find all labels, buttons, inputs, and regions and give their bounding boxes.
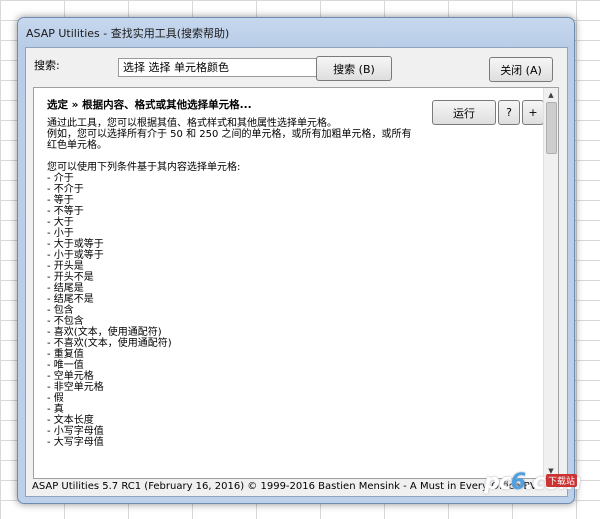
list-intro: 您可以使用下列条件基于其内容选择单元格: (47, 162, 241, 173)
criteria-list-item: - 文本长度 (47, 415, 94, 426)
result-content: 选定 » 根据内容、格式或其他选择单元格... 通过此工具，您可以根据其值、格式… (47, 99, 417, 449)
search-input[interactable] (118, 58, 320, 77)
close-button[interactable]: 关闭 (A) (489, 57, 553, 82)
criteria-list-item: - 不包含 (47, 316, 84, 327)
criteria-list-item: - 不介于 (47, 184, 84, 195)
criteria-list-item: - 重复值 (47, 349, 84, 360)
criteria-list-item: - 真 (47, 404, 64, 415)
search-button[interactable]: 搜索 (B) (316, 56, 392, 81)
watermark-sub: 下载站 (546, 474, 578, 487)
window-title: ASAP Utilities - 查找实用工具(搜索帮助) (26, 27, 230, 40)
asap-dialog-window: ASAP Utilities - 查找实用工具(搜索帮助) 搜索: 搜索 (B)… (17, 17, 575, 504)
criteria-list-item: - 喜欢(文本，使用通配符) (47, 327, 162, 338)
criteria-list-item: - 小写字母值 (47, 426, 104, 437)
vertical-scrollbar[interactable]: ▲ ▼ (543, 88, 558, 478)
criteria-list-item: - 大于 (47, 217, 74, 228)
criteria-list-item: - 结尾不是 (47, 294, 94, 305)
criteria-list-item: - 结尾是 (47, 283, 84, 294)
criteria-list-item: - 假 (47, 393, 64, 404)
footer-version-text: ASAP Utilities 5.7 RC1 (February 16, 201… (32, 481, 537, 492)
criteria-list-item: - 大写字母值 (47, 437, 104, 448)
help-button[interactable]: ? (498, 100, 520, 125)
run-button[interactable]: 运行 (432, 100, 496, 125)
result-heading: 选定 » 根据内容、格式或其他选择单元格... (47, 99, 252, 111)
criteria-list-item: - 介于 (47, 173, 74, 184)
criteria-list-item: - 非空单元格 (47, 382, 104, 393)
criteria-list-item: - 包含 (47, 305, 74, 316)
result-description: 通过此工具，您可以根据其值、格式样式和其他属性选择单元格。 例如，您可以选择所有介… (47, 118, 412, 151)
expand-button[interactable]: + (522, 100, 544, 125)
criteria-list-item: - 大于或等于 (47, 239, 104, 250)
criteria-list: - 介于 - 不介于 - 等于 - 不等于 - 大于 - 小于 - 大于或等于 - 小于或等于… (47, 173, 417, 448)
criteria-list-item: - 不喜欢(文本，使用通配符) (47, 338, 172, 349)
criteria-list-item: - 开头是 (47, 261, 84, 272)
results-panel[interactable]: 选定 » 根据内容、格式或其他选择单元格... 通过此工具，您可以根据其值、格式… (33, 87, 559, 479)
criteria-list-item: - 不等于 (47, 206, 84, 217)
scroll-up-arrow-icon[interactable]: ▲ (544, 88, 558, 102)
criteria-list-item: - 等于 (47, 195, 74, 206)
search-label: 搜索: (34, 59, 60, 72)
criteria-list-item: - 空单元格 (47, 371, 94, 382)
scroll-thumb[interactable] (546, 102, 557, 154)
criteria-list-item: - 开头不是 (47, 272, 94, 283)
criteria-list-item: - 小于 (47, 228, 74, 239)
criteria-list-item: - 小于或等于 (47, 250, 104, 261)
criteria-list-item: - 唯一值 (47, 360, 84, 371)
dialog-client-area: 搜索: 搜索 (B) 关闭 (A) 选定 » 根据内容、格式或其他选择单元格..… (25, 47, 568, 497)
